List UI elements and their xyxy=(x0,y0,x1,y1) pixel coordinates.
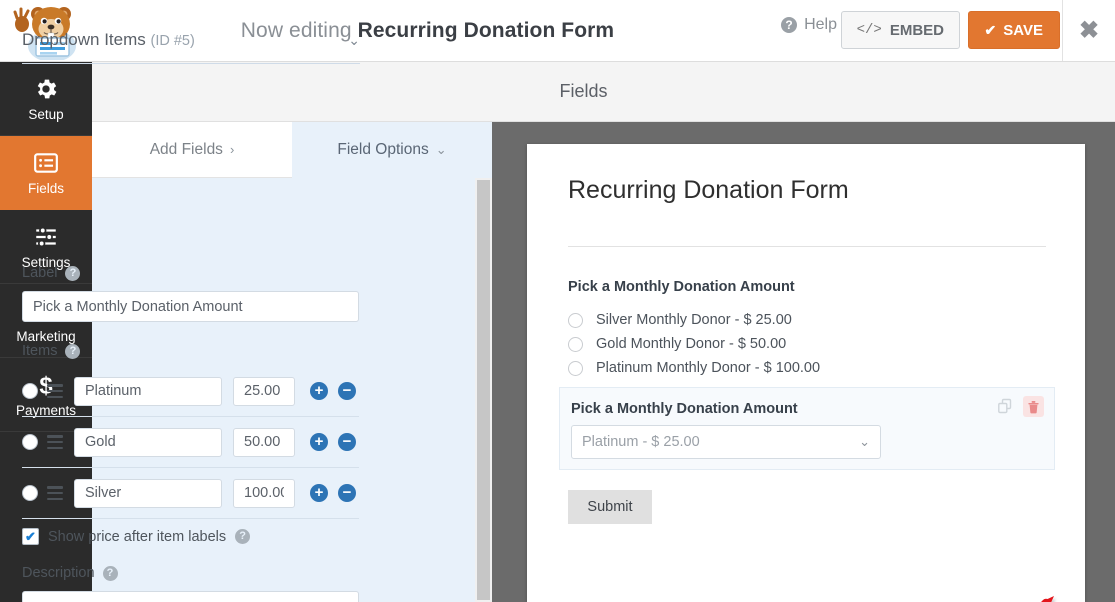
chevron-down-icon: ⌄ xyxy=(435,141,447,157)
radio-circle-icon[interactable] xyxy=(568,336,583,352)
tab-add-fields[interactable]: Add Fields › xyxy=(92,122,292,178)
group-title: Dropdown Items (ID #5) xyxy=(22,30,195,50)
form-builder-screen: Now editing Recurring Donation Form ? He… xyxy=(0,0,1115,602)
help-button[interactable]: ? Help xyxy=(781,16,837,34)
sidebar-item-label: Marketing xyxy=(16,329,76,344)
description-field-label: Description ? xyxy=(22,565,118,581)
preview-radio-option[interactable]: Platinum Monthly Donor - $ 100.00 xyxy=(568,360,820,376)
submit-button[interactable]: Submit xyxy=(568,490,652,524)
show-price-checkbox[interactable]: ✔ xyxy=(22,528,39,545)
group-title-text: Dropdown Items xyxy=(22,30,146,49)
show-price-checkbox-row[interactable]: ✔ Show price after item labels ? xyxy=(22,528,251,545)
items-field-label: Items ? xyxy=(22,343,81,359)
drag-handle-icon[interactable] xyxy=(47,384,63,398)
item-default-radio[interactable] xyxy=(22,434,38,450)
item-row: + − xyxy=(22,417,359,468)
dropdown-select[interactable]: Platinum - $ 25.00 ⌄ xyxy=(571,425,881,459)
embed-button[interactable]: </> EMBED xyxy=(840,11,960,49)
help-tooltip-icon[interactable]: ? xyxy=(65,265,81,281)
form-preview-area: Recurring Donation Form Pick a Monthly D… xyxy=(492,122,1115,602)
item-price-input[interactable] xyxy=(233,376,295,406)
label-field-label: Label ? xyxy=(22,265,81,281)
add-item-button[interactable]: + xyxy=(310,484,328,502)
close-icon[interactable]: ✖ xyxy=(1075,18,1103,44)
fields-title-bar: Fields xyxy=(92,62,1115,122)
tab-field-options[interactable]: Field Options ⌄ xyxy=(292,122,492,178)
save-label: SAVE xyxy=(1003,21,1043,39)
label-input[interactable] xyxy=(22,291,359,322)
panel-tabs: Add Fields › Field Options ⌄ xyxy=(92,122,492,178)
radio-circle-icon[interactable] xyxy=(568,312,583,328)
trash-icon[interactable] xyxy=(1023,396,1044,417)
description-input[interactable] xyxy=(22,591,359,602)
drag-handle-icon[interactable] xyxy=(47,486,63,500)
embed-label: EMBED xyxy=(889,21,944,39)
chevron-right-icon: › xyxy=(229,142,235,157)
group-field-id: (ID #5) xyxy=(150,33,195,49)
tab-field-options-label: Field Options xyxy=(337,140,429,158)
chevron-down-icon: ⌄ xyxy=(859,434,870,449)
add-item-button[interactable]: + xyxy=(310,382,328,400)
preview-radio-option-label: Platinum Monthly Donor - $ 100.00 xyxy=(596,360,821,376)
form-preview-card: Recurring Donation Form Pick a Monthly D… xyxy=(527,144,1085,602)
left-sidebar: Setup Fields Settings Marketing $ Paymen… xyxy=(0,62,92,602)
remove-item-button[interactable]: − xyxy=(338,382,356,400)
save-button[interactable]: ✔ SAVE xyxy=(967,11,1060,49)
preview-form-title: Recurring Donation Form xyxy=(568,176,849,204)
preview-radio-option-label: Gold Monthly Donor - $ 50.00 xyxy=(596,336,787,352)
item-row: + − xyxy=(22,468,359,519)
radio-circle-icon[interactable] xyxy=(568,360,583,376)
item-row: + − xyxy=(22,366,359,417)
chevron-down-icon: ⌄ xyxy=(348,31,360,48)
check-icon: ✔ xyxy=(984,21,997,38)
selected-dropdown-field[interactable]: Pick a Monthly Donation Amount Click to … xyxy=(559,387,1055,470)
question-circle-icon: ? xyxy=(781,17,798,33)
item-name-input[interactable] xyxy=(74,427,222,457)
form-divider xyxy=(568,246,1046,247)
help-tooltip-icon[interactable]: ? xyxy=(235,529,251,544)
sliders-icon xyxy=(32,223,60,251)
dropdown-selected-value: Platinum - $ 25.00 xyxy=(582,434,700,450)
preview-radio-option[interactable]: Silver Monthly Donor - $ 25.00 xyxy=(568,312,792,328)
preview-radio-option[interactable]: Gold Monthly Donor - $ 50.00 xyxy=(568,336,786,352)
gear-icon xyxy=(32,75,60,103)
sidebar-item-fields[interactable]: Fields xyxy=(0,136,92,210)
item-price-input[interactable] xyxy=(233,427,295,457)
duplicate-icon[interactable] xyxy=(996,397,1016,417)
remove-item-button[interactable]: − xyxy=(338,433,356,451)
sidebar-item-label: Fields xyxy=(27,181,64,196)
remove-item-button[interactable]: − xyxy=(338,484,356,502)
help-tooltip-icon[interactable]: ? xyxy=(102,565,118,581)
item-default-radio[interactable] xyxy=(22,383,38,399)
items-label-text: Items xyxy=(22,343,58,359)
panel-scrollbar-thumb[interactable] xyxy=(477,180,490,600)
show-price-checkbox-label: Show price after item labels xyxy=(48,528,227,545)
selected-field-label: Pick a Monthly Donation Amount xyxy=(571,401,798,417)
description-label-text: Description xyxy=(22,565,95,581)
sidebar-item-label: Setup xyxy=(28,107,64,122)
dropdown-items-group-header[interactable]: Dropdown Items (ID #5) ⌄ xyxy=(22,30,360,64)
add-item-button[interactable]: + xyxy=(310,433,328,451)
drag-handle-icon[interactable] xyxy=(47,435,63,449)
code-icon: </> xyxy=(856,22,882,38)
fields-bar-title: Fields xyxy=(559,81,608,101)
tab-add-fields-label: Add Fields xyxy=(149,140,223,158)
label-text: Label xyxy=(22,265,58,281)
preview-radio-field-label: Pick a Monthly Donation Amount xyxy=(568,279,795,295)
item-default-radio[interactable] xyxy=(22,485,38,501)
help-label: Help xyxy=(804,16,837,33)
header-divider xyxy=(1062,0,1063,61)
sidebar-item-setup[interactable]: Setup xyxy=(0,62,92,136)
item-name-input[interactable] xyxy=(74,478,222,508)
item-name-input[interactable] xyxy=(74,376,222,406)
help-tooltip-icon[interactable]: ? xyxy=(65,343,81,359)
form-name-title: Recurring Donation Form xyxy=(357,18,615,42)
item-price-input[interactable] xyxy=(233,478,295,508)
preview-radio-option-label: Silver Monthly Donor - $ 25.00 xyxy=(596,312,792,328)
list-icon xyxy=(32,149,60,177)
